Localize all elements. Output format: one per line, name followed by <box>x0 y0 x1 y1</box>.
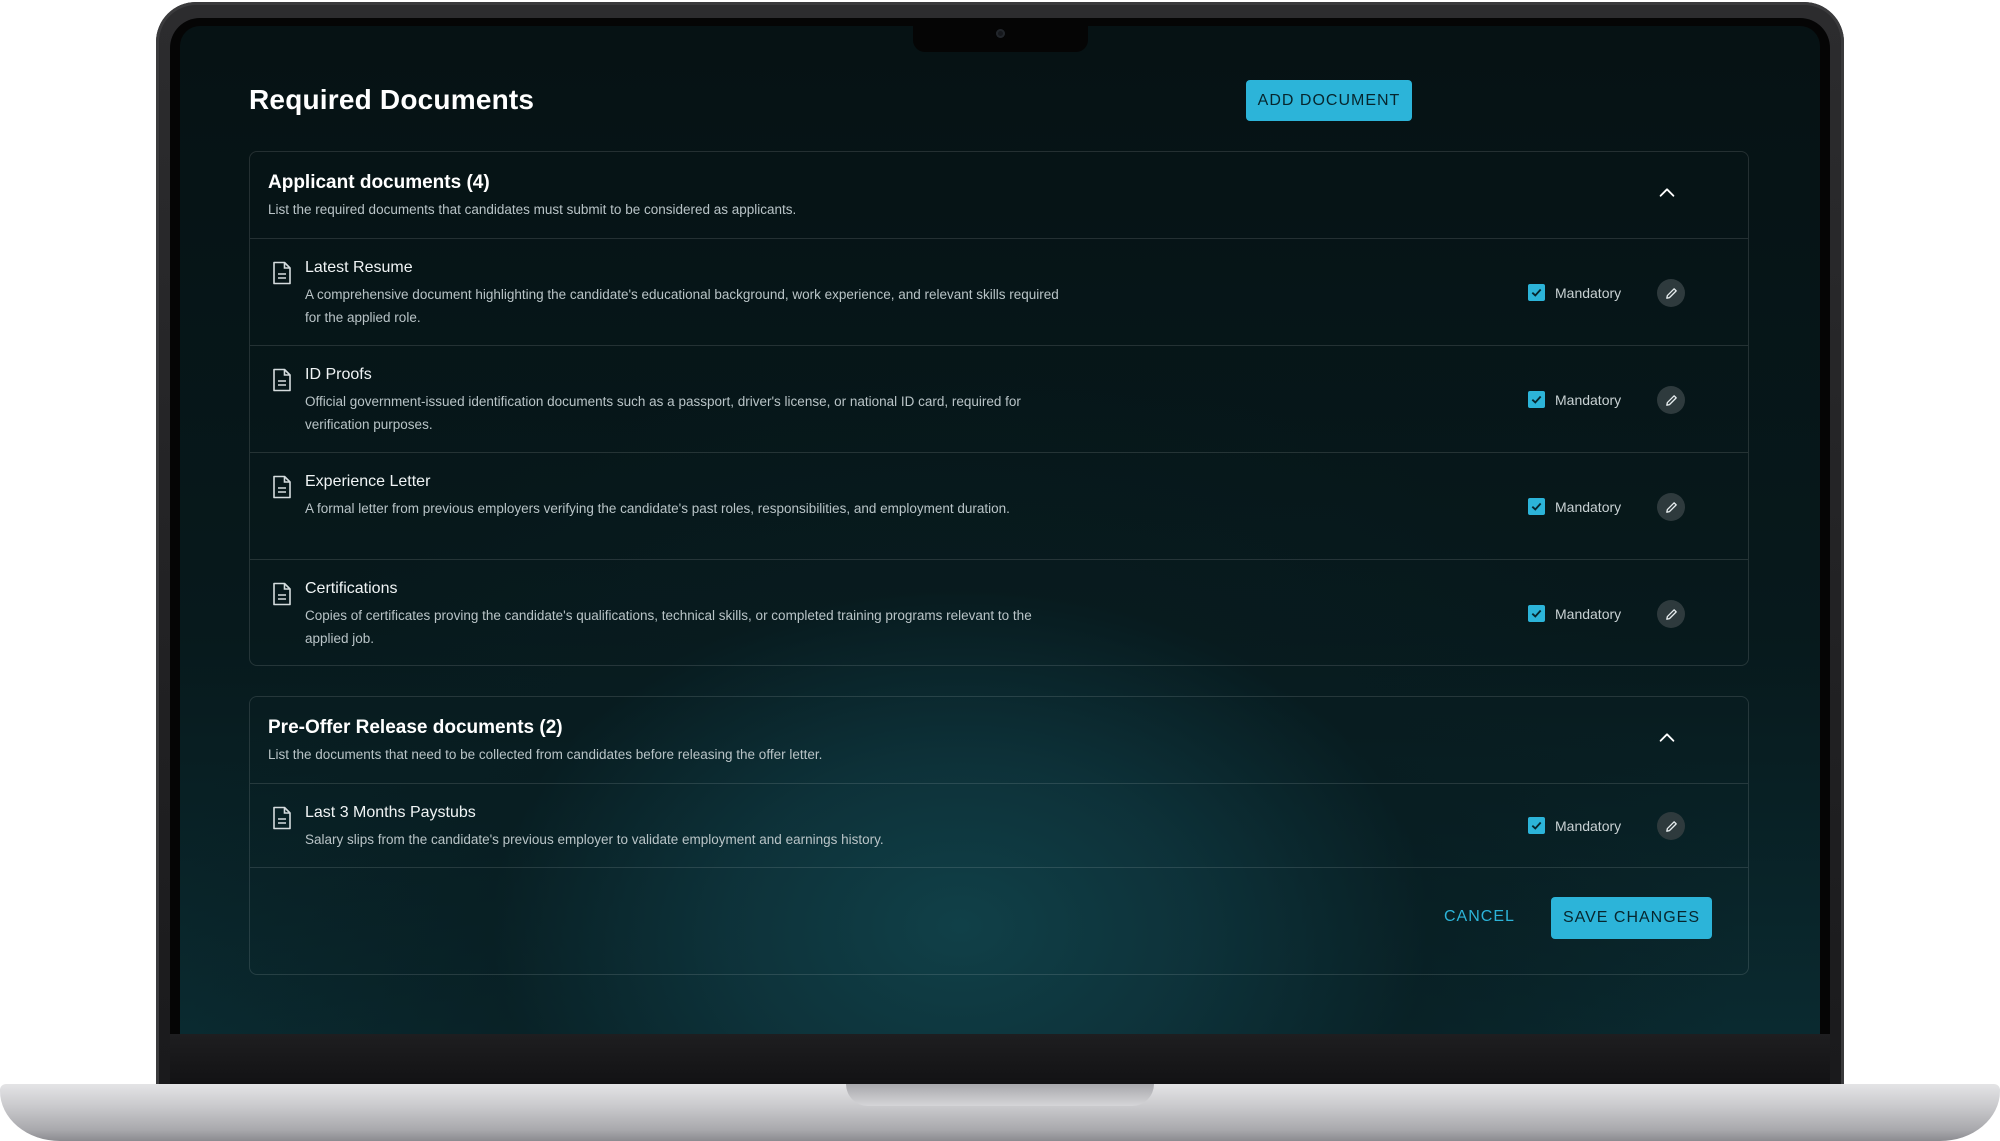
document-row: Certifications Copies of certificates pr… <box>250 560 1748 667</box>
mandatory-checkbox[interactable]: Mandatory <box>1528 284 1621 301</box>
section-applicant-documents: Applicant documents (4) List the require… <box>249 151 1749 666</box>
pencil-icon <box>1665 287 1677 299</box>
document-row: ID Proofs Official government-issued ide… <box>250 346 1748 453</box>
document-icon <box>273 368 291 392</box>
check-icon[interactable] <box>1528 284 1545 301</box>
edit-button[interactable] <box>1657 279 1685 307</box>
pencil-icon <box>1665 394 1677 406</box>
save-changes-button[interactable]: SAVE CHANGES <box>1551 897 1712 939</box>
laptop-chin <box>170 1034 1830 1084</box>
chevron-up-icon[interactable] <box>1656 182 1678 204</box>
mandatory-label: Mandatory <box>1555 391 1622 408</box>
mandatory-checkbox[interactable]: Mandatory <box>1528 391 1621 408</box>
document-icon <box>273 261 291 285</box>
document-icon <box>273 806 291 830</box>
document-title: Last 3 Months Paystubs <box>305 804 476 821</box>
document-description: Salary slips from the candidate's previo… <box>305 832 884 847</box>
document-description: A comprehensive document highlighting th… <box>305 287 1059 325</box>
document-row: Experience Letter A formal letter from p… <box>250 453 1748 560</box>
check-icon[interactable] <box>1528 817 1545 834</box>
section-title: Applicant documents (4) <box>268 172 490 193</box>
chevron-up-icon[interactable] <box>1656 727 1678 749</box>
screen: Required Documents ADD DOCUMENT Applican… <box>180 26 1820 1034</box>
document-title: Latest Resume <box>305 259 413 276</box>
mandatory-label: Mandatory <box>1555 284 1622 301</box>
document-title: Experience Letter <box>305 473 431 490</box>
section-title: Pre-Offer Release documents (2) <box>268 717 563 738</box>
document-title: ID Proofs <box>305 366 372 383</box>
section-subtitle: List the documents that need to be colle… <box>268 747 823 762</box>
document-row: Latest Resume A comprehensive document h… <box>250 239 1748 346</box>
section-header[interactable]: Applicant documents (4) List the require… <box>250 152 1748 239</box>
document-description: Official government-issued identificatio… <box>305 394 1021 432</box>
document-icon <box>273 475 291 499</box>
laptop-opening-groove <box>846 1084 1154 1106</box>
camera-icon <box>996 29 1005 38</box>
section-subtitle: List the required documents that candida… <box>268 202 797 217</box>
edit-button[interactable] <box>1657 812 1685 840</box>
mandatory-label: Mandatory <box>1555 605 1622 622</box>
check-icon[interactable] <box>1528 498 1545 515</box>
document-icon <box>273 582 291 606</box>
add-document-button[interactable]: ADD DOCUMENT <box>1246 80 1412 121</box>
edit-button[interactable] <box>1657 386 1685 414</box>
document-description: Copies of certificates proving the candi… <box>305 608 1032 646</box>
document-row: Last 3 Months Paystubs Salary slips from… <box>250 784 1748 868</box>
pencil-icon <box>1665 820 1677 832</box>
edit-button[interactable] <box>1657 600 1685 628</box>
section-header[interactable]: Pre-Offer Release documents (2) List the… <box>250 697 1748 784</box>
page-title: Required Documents <box>249 84 535 115</box>
pencil-icon <box>1665 608 1677 620</box>
document-title: Certifications <box>305 580 398 597</box>
mandatory-checkbox[interactable]: Mandatory <box>1528 605 1621 622</box>
check-icon[interactable] <box>1528 605 1545 622</box>
check-icon[interactable] <box>1528 391 1545 408</box>
document-description: A formal letter from previous employers … <box>305 501 1010 516</box>
section-pre-offer-documents: Pre-Offer Release documents (2) List the… <box>249 696 1749 975</box>
mandatory-checkbox[interactable]: Mandatory <box>1528 498 1621 515</box>
mandatory-checkbox[interactable]: Mandatory <box>1528 817 1621 834</box>
mandatory-label: Mandatory <box>1555 498 1622 515</box>
cancel-button[interactable]: CANCEL <box>1438 907 1521 927</box>
pencil-icon <box>1665 501 1677 513</box>
edit-button[interactable] <box>1657 493 1685 521</box>
camera-notch <box>913 20 1088 52</box>
mandatory-label: Mandatory <box>1555 817 1622 834</box>
